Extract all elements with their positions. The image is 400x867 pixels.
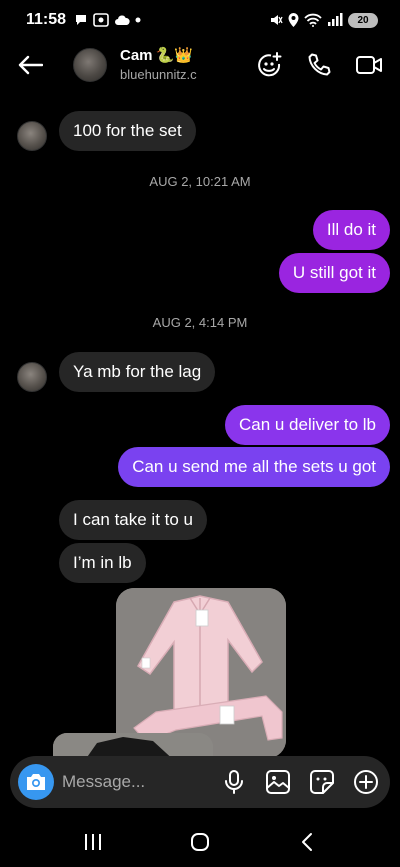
add-person-icon — [258, 52, 282, 77]
outgoing-message[interactable]: Ill do it — [312, 210, 390, 250]
timestamp: AUG 2, 4:14 PM — [152, 315, 248, 330]
outgoing-message[interactable]: U still got it — [278, 253, 390, 293]
microphone-icon — [225, 770, 243, 794]
sender-avatar[interactable] — [17, 121, 47, 151]
chat-header: Cam 🐍👑 bluehunnitz.c — [0, 40, 400, 90]
status-right: 20 — [269, 12, 378, 28]
gallery-icon — [266, 770, 290, 794]
voice-message-button[interactable] — [220, 768, 248, 796]
timestamp: AUG 2, 10:21 AM — [149, 174, 251, 189]
message-input[interactable] — [62, 768, 212, 796]
home-icon — [190, 833, 209, 851]
camera-button[interactable] — [18, 764, 54, 800]
incoming-message[interactable]: I’m in lb — [59, 543, 146, 583]
status-left: 11:58 — [26, 11, 141, 29]
video-call-button[interactable] — [354, 50, 384, 80]
back-button[interactable] — [15, 50, 45, 80]
header-actions — [254, 50, 384, 80]
composer-actions — [220, 768, 380, 796]
cloud-notification-icon — [115, 15, 130, 25]
home-button[interactable] — [180, 822, 220, 862]
contact-username: bluehunnitz.c — [120, 67, 197, 82]
incoming-message[interactable]: Ya mb for the lag — [59, 352, 216, 392]
system-nav-bar — [0, 817, 400, 867]
recents-button[interactable] — [73, 822, 113, 862]
add-button[interactable] — [352, 768, 380, 796]
voice-call-button[interactable] — [304, 50, 334, 80]
message-composer — [10, 756, 390, 808]
status-bar: 11:58 20 — [0, 0, 400, 40]
mute-icon — [271, 15, 283, 25]
back-arrow-icon — [18, 55, 43, 75]
screenshot-notification-icon — [93, 13, 109, 27]
sticker-icon — [310, 770, 334, 794]
contact-name-emoji: 🐍👑 — [155, 47, 193, 64]
back-icon — [301, 833, 312, 851]
incoming-message[interactable]: I can take it to u — [59, 500, 208, 540]
incoming-message[interactable]: 100 for the set — [59, 111, 196, 151]
gallery-button[interactable] — [264, 768, 292, 796]
header-profile[interactable]: Cam 🐍👑 bluehunnitz.c — [120, 46, 197, 83]
battery-indicator: 20 — [348, 12, 378, 28]
location-icon — [288, 13, 299, 27]
plus-circle-icon — [354, 770, 378, 794]
recents-icon — [85, 834, 102, 850]
phone-icon — [308, 53, 331, 76]
outgoing-message[interactable]: Can u deliver to lb — [224, 405, 390, 445]
sender-avatar[interactable] — [17, 362, 47, 392]
system-back-button[interactable] — [287, 822, 327, 862]
sticker-button[interactable] — [308, 768, 336, 796]
chat-notification-icon — [76, 15, 87, 25]
header-avatar[interactable] — [73, 48, 107, 82]
battery-level: 20 — [357, 14, 369, 26]
dot-notification-icon — [135, 17, 141, 23]
contact-name-row: Cam 🐍👑 — [120, 46, 197, 65]
status-time: 11:58 — [26, 11, 67, 28]
outgoing-message[interactable]: Can u send me all the sets u got — [118, 447, 390, 487]
notification-icons — [74, 13, 141, 27]
video-camera-icon — [356, 56, 382, 74]
signal-icon — [328, 13, 343, 26]
camera-icon — [27, 774, 45, 790]
contact-name: Cam — [120, 46, 153, 64]
wifi-icon — [304, 13, 322, 27]
add-person-button[interactable] — [254, 50, 284, 80]
